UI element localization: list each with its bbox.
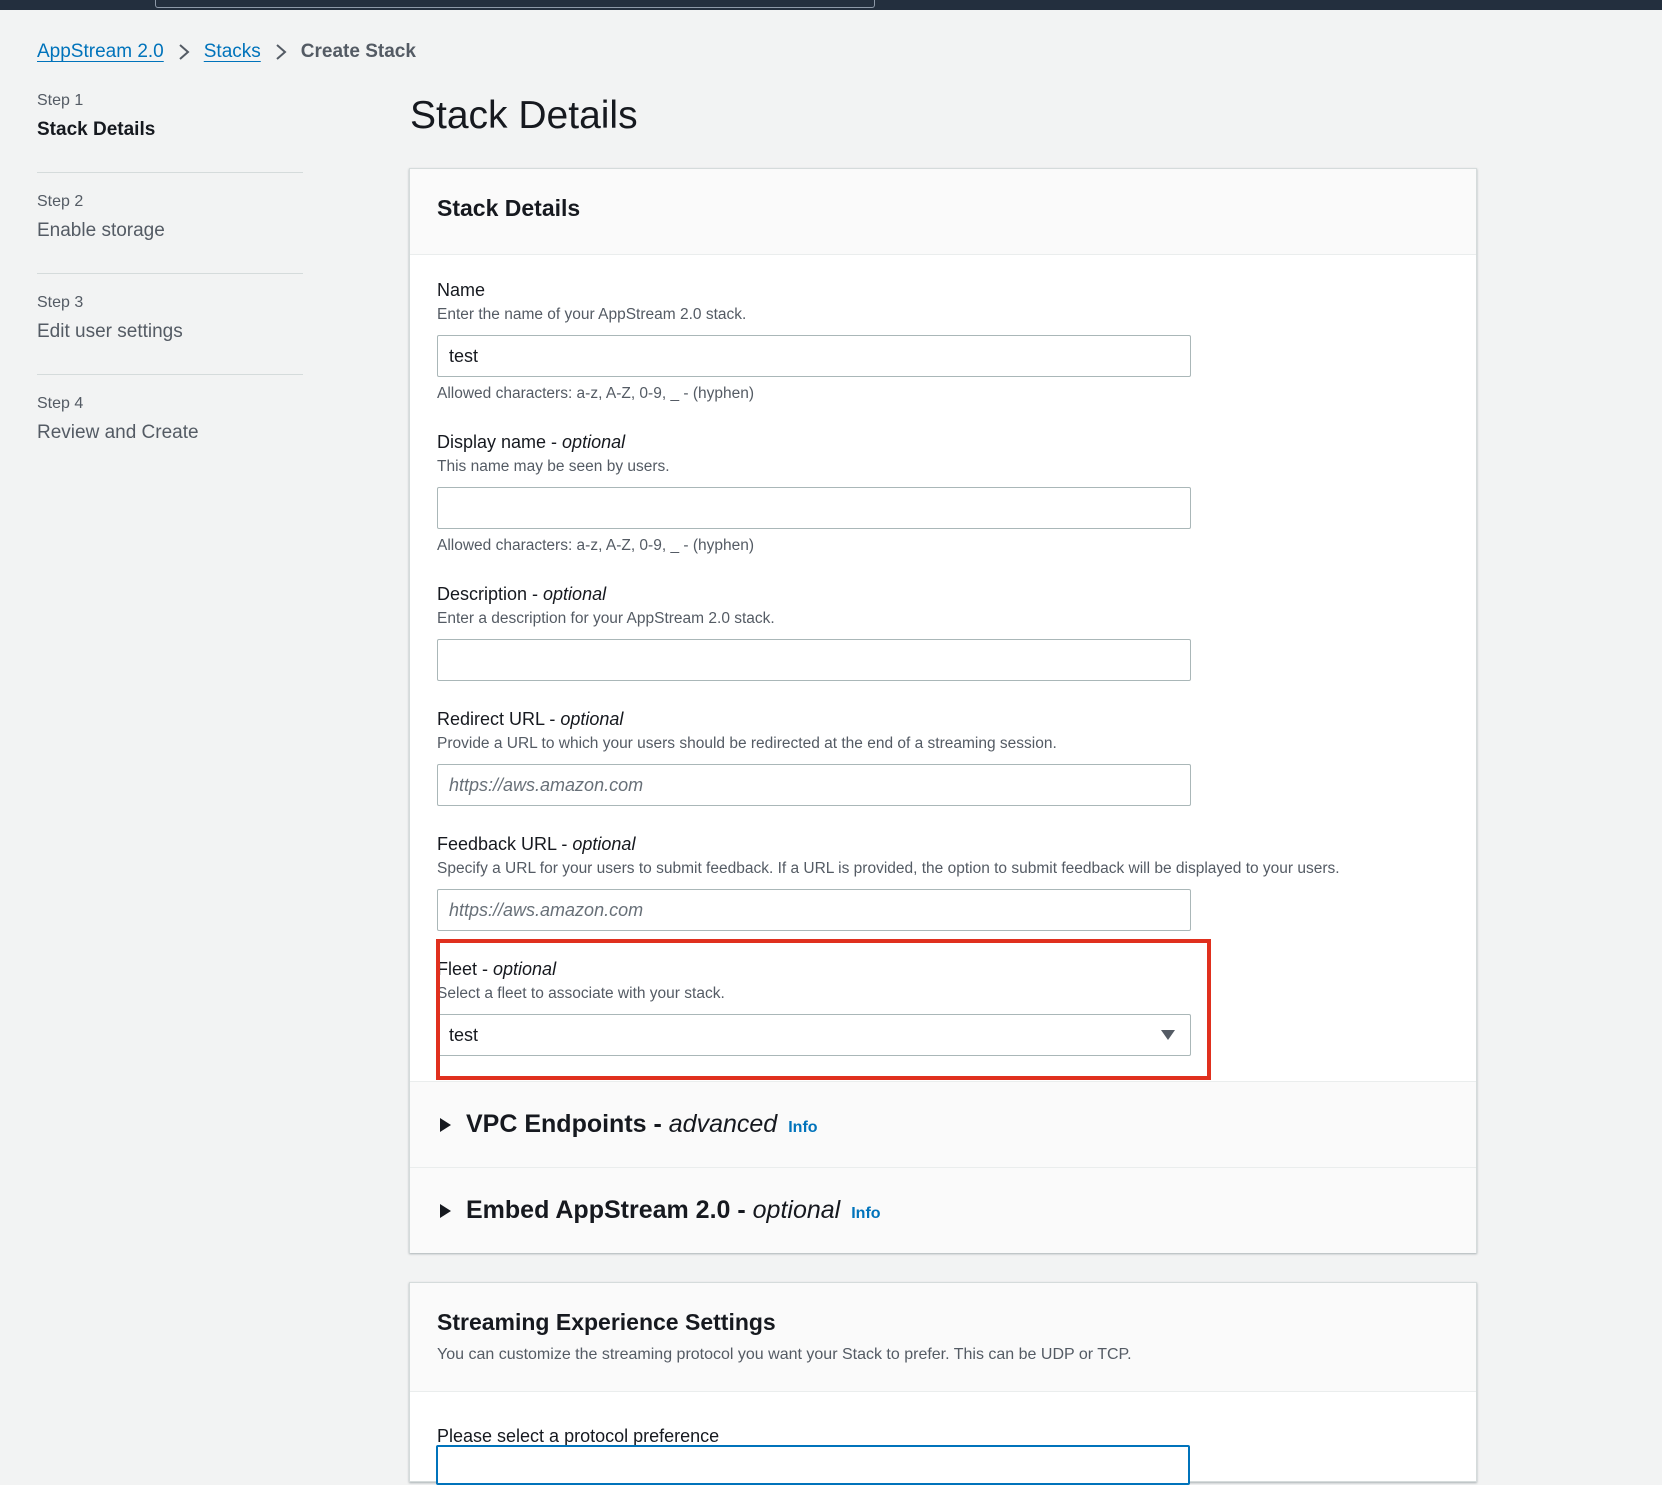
step-number: Step 1 [37,92,84,109]
step-number: Step 3 [37,294,84,311]
step-number: Step 4 [37,395,84,412]
description-field: Description - optional Enter a descripti… [437,584,1477,681]
step-title[interactable]: Review and Create [37,422,303,444]
fleet-selected-value: test [449,1024,479,1045]
fleet-select[interactable]: test [437,1014,1191,1056]
name-input[interactable] [437,335,1191,377]
vpc-endpoints-title[interactable]: VPC Endpoints - advanced [466,1110,777,1139]
name-description: Enter the name of your AppStream 2.0 sta… [437,306,747,323]
stack-details-panel: Stack Details Name Enter the name of you… [409,168,1477,1253]
redirect-url-label: Redirect URL - optional [437,709,624,729]
caret-right-icon [440,1203,451,1218]
embed-appstream-section[interactable]: Embed AppStream 2.0 - optional Info [410,1167,1476,1253]
step-title[interactable]: Edit user settings [37,321,303,343]
page-title: Stack Details [410,94,638,137]
caret-down-icon [1161,1030,1175,1040]
breadcrumb-current: Create Stack [300,41,416,62]
optional-tag: optional [572,834,636,854]
name-field: Name Enter the name of your AppStream 2.… [437,280,1477,403]
description-input[interactable] [437,639,1191,681]
optional-tag: optional [562,432,626,452]
display-name-hint: Allowed characters: a-z, A-Z, 0-9, _ - (… [437,537,755,554]
fleet-label: Fleet - optional [437,959,557,979]
embed-info-link[interactable]: Info [851,1205,880,1223]
vpc-info-link[interactable]: Info [788,1119,817,1137]
streaming-description: You can customize the streaming protocol… [437,1346,1132,1363]
name-label: Name [437,280,486,300]
breadcrumb-appstream-link[interactable]: AppStream 2.0 [37,41,164,63]
feedback-url-label: Feedback URL - optional [437,834,636,854]
protocol-preference-label: Please select a protocol preference [437,1426,720,1446]
caret-right-icon [440,1117,451,1132]
optional-tag: optional [493,959,557,979]
global-search-bar[interactable] [155,0,875,8]
display-name-description: This name may be seen by users. [437,458,670,475]
wizard-step-1: Step 1 Stack Details [37,90,303,173]
display-name-label: Display name - optional [437,432,626,452]
breadcrumb: AppStream 2.0 Stacks Create Stack [37,38,416,66]
streaming-title: Streaming Experience Settings [437,1309,776,1335]
embed-appstream-title[interactable]: Embed AppStream 2.0 - optional [466,1196,840,1225]
wizard-step-3[interactable]: Step 3 Edit user settings [37,292,303,375]
chevron-right-icon [164,41,204,63]
chevron-right-icon [261,41,301,63]
description-label: Description - optional [437,584,607,604]
panel-header: Streaming Experience Settings You can cu… [410,1283,1476,1392]
feedback-url-input[interactable] [437,889,1191,931]
display-name-field: Display name - optional This name may be… [437,432,1477,555]
step-title: Stack Details [37,119,156,140]
panel-header: Stack Details [410,169,1476,255]
breadcrumb-stacks-link[interactable]: Stacks [204,41,261,63]
optional-tag: optional [543,584,607,604]
top-navigation-bar [0,0,1662,10]
feedback-url-field: Feedback URL - optional Specify a URL fo… [437,834,1477,931]
wizard-step-4[interactable]: Step 4 Review and Create [37,393,303,476]
fleet-field: Fleet - optional Select a fleet to assoc… [437,959,1477,1056]
redirect-url-description: Provide a URL to which your users should… [437,735,1057,752]
wizard-steps: Step 1 Stack Details Step 2 Enable stora… [37,90,303,494]
description-description: Enter a description for your AppStream 2… [437,610,775,627]
step-number: Step 2 [37,193,84,210]
feedback-url-description: Specify a URL for your users to submit f… [437,860,1340,877]
optional-tag: optional [560,709,624,729]
step-title[interactable]: Enable storage [37,220,303,242]
name-hint: Allowed characters: a-z, A-Z, 0-9, _ - (… [437,385,755,402]
redirect-url-field: Redirect URL - optional Provide a URL to… [437,709,1477,806]
fleet-description: Select a fleet to associate with your st… [437,985,725,1002]
panel-title: Stack Details [437,195,581,221]
vpc-endpoints-section[interactable]: VPC Endpoints - advanced Info [410,1081,1476,1167]
wizard-step-2[interactable]: Step 2 Enable storage [37,191,303,274]
protocol-preference-select[interactable] [436,1445,1190,1485]
display-name-input[interactable] [437,487,1191,529]
redirect-url-input[interactable] [437,764,1191,806]
